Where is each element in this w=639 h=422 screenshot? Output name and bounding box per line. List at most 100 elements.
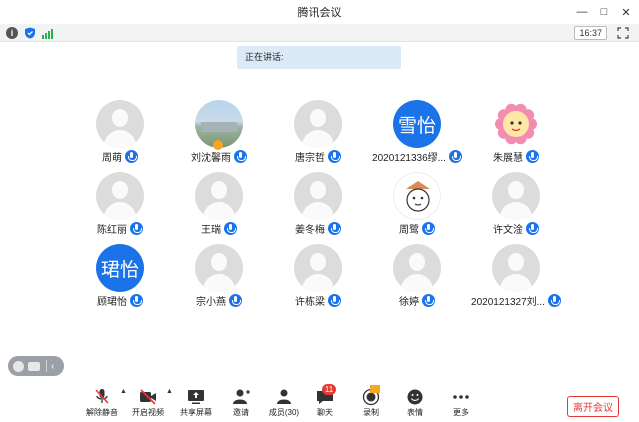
minimize-button[interactable]: — bbox=[573, 3, 591, 21]
participant-tile[interactable]: 周萌 bbox=[70, 98, 170, 168]
avatar bbox=[492, 244, 540, 292]
microphone-icon bbox=[526, 149, 539, 163]
participant-tile[interactable]: 2020121327刘... bbox=[466, 242, 566, 312]
maximize-button[interactable]: □ bbox=[595, 3, 613, 21]
participant-name: 宗小燕 bbox=[196, 296, 226, 308]
chat-button[interactable]: 11 聊天 bbox=[310, 384, 340, 420]
chevron-up-icon[interactable]: ▲ bbox=[166, 388, 173, 395]
start-video-label: 开启视频 bbox=[132, 408, 164, 417]
participant-name-row: 姜冬梅 bbox=[268, 221, 368, 236]
avatar bbox=[294, 244, 342, 292]
participant-name-row: 2020121336缪... bbox=[367, 149, 467, 164]
participant-name: 王瑞 bbox=[201, 224, 221, 236]
record-label: 录制 bbox=[363, 408, 379, 417]
participant-name-row: 徐婷 bbox=[367, 293, 467, 308]
participant-name: 许栋梁 bbox=[295, 296, 325, 308]
reactions-button[interactable]: 表情 bbox=[400, 388, 430, 420]
unmute-label: 解除静音 bbox=[86, 408, 118, 417]
invite-button[interactable]: 邀请 bbox=[226, 388, 256, 420]
meeting-clock: 16:37 bbox=[574, 26, 607, 40]
participant-tile[interactable]: 许栋梁 bbox=[268, 242, 368, 312]
signal-strength-icon[interactable] bbox=[42, 27, 54, 39]
share-screen-button[interactable]: 共享屏幕 bbox=[178, 388, 214, 420]
share-screen-icon bbox=[188, 390, 204, 404]
avatar bbox=[492, 100, 540, 148]
shield-icon[interactable] bbox=[24, 27, 36, 39]
participant-name-row: 唐宗哲 bbox=[268, 149, 368, 164]
participant-name-row: 刘沈馨雨 bbox=[169, 149, 269, 164]
chat-unread-badge: 11 bbox=[322, 384, 336, 395]
participant-tile[interactable]: 雪怡 2020121336缪... bbox=[367, 98, 467, 168]
avatar bbox=[492, 172, 540, 220]
participant-tile[interactable]: 刘沈馨雨 bbox=[169, 98, 269, 168]
divider bbox=[46, 360, 47, 372]
bottom-toolbar: 解除静音 ▲ 开启视频 ▲ 共享屏幕 邀请 成员(30) 11 聊天 录制 表情… bbox=[0, 384, 639, 422]
participant-name: 2020121327刘... bbox=[471, 296, 545, 308]
avatar bbox=[393, 244, 441, 292]
participant-tile[interactable]: 陈红丽 bbox=[70, 170, 170, 240]
chat-bubble-icon bbox=[28, 361, 40, 371]
more-icon bbox=[453, 395, 469, 399]
reactions-label: 表情 bbox=[407, 408, 423, 417]
participant-name: 刘沈馨雨 bbox=[191, 152, 231, 164]
microphone-icon bbox=[130, 221, 143, 235]
start-video-button[interactable]: 开启视频 bbox=[130, 388, 166, 420]
floating-chat-toggle[interactable]: ‹ bbox=[8, 356, 64, 376]
participant-tile[interactable]: 王瑞 bbox=[169, 170, 269, 240]
window-controls: — □ ✕ bbox=[573, 3, 635, 21]
participant-tile[interactable]: 姜冬梅 bbox=[268, 170, 368, 240]
avatar bbox=[294, 100, 342, 148]
record-button[interactable]: 录制 bbox=[356, 385, 386, 420]
invite-label: 邀请 bbox=[233, 408, 249, 417]
microphone-icon bbox=[234, 149, 247, 163]
participant-tile[interactable]: 宗小燕 bbox=[169, 242, 269, 312]
participant-name: 徐婷 bbox=[399, 296, 419, 308]
participant-name-row: 宗小燕 bbox=[169, 293, 269, 308]
avatar bbox=[96, 100, 144, 148]
chevron-up-icon[interactable]: ▲ bbox=[120, 388, 127, 395]
participant-name: 周鹭 bbox=[399, 224, 419, 236]
participant-tile[interactable]: 徐婷 bbox=[367, 242, 467, 312]
participant-tile[interactable]: 唐宗哲 bbox=[268, 98, 368, 168]
chat-label: 聊天 bbox=[317, 408, 333, 417]
participant-tile[interactable]: 珺怡 顾珺怡 bbox=[70, 242, 170, 312]
camera-off-icon bbox=[140, 389, 156, 405]
participant-tile[interactable]: 周鹭 bbox=[367, 170, 467, 240]
more-button[interactable]: 更多 bbox=[446, 388, 476, 420]
participant-tile[interactable]: 许文淦 bbox=[466, 170, 566, 240]
participant-name: 周萌 bbox=[102, 152, 122, 164]
microphone-icon bbox=[422, 221, 435, 235]
participant-name: 2020121336缪... bbox=[372, 152, 446, 164]
participant-name-row: 2020121327刘... bbox=[466, 293, 566, 308]
info-icon[interactable]: i bbox=[6, 27, 18, 39]
chevron-left-icon: ‹ bbox=[51, 360, 55, 372]
avatar: 珺怡 bbox=[96, 244, 144, 292]
microphone-icon bbox=[229, 293, 242, 307]
title-bar: 腾讯会议 — □ ✕ bbox=[0, 0, 639, 24]
participant-tile[interactable]: 朱展慧 bbox=[466, 98, 566, 168]
microphone-icon bbox=[526, 221, 539, 235]
leave-meeting-button[interactable]: 离开会议 bbox=[567, 396, 619, 417]
microphone-icon bbox=[224, 221, 237, 235]
participant-name-row: 顾珺怡 bbox=[70, 293, 170, 308]
close-button[interactable]: ✕ bbox=[617, 3, 635, 21]
microphone-icon bbox=[328, 149, 341, 163]
members-button[interactable]: 成员(30) bbox=[266, 388, 302, 420]
participant-name: 姜冬梅 bbox=[295, 224, 325, 236]
participant-name-row: 许文淦 bbox=[466, 221, 566, 236]
more-label: 更多 bbox=[453, 408, 469, 417]
microphone-icon bbox=[328, 221, 341, 235]
participant-grid: 周萌 刘沈馨雨 唐宗哲 雪怡 2020121336缪... 朱展慧陈红丽 王瑞 姜冬梅 周鹭 许文… bbox=[70, 98, 580, 310]
microphone-icon bbox=[130, 293, 143, 307]
participant-name-row: 许栋梁 bbox=[268, 293, 368, 308]
fullscreen-icon[interactable] bbox=[617, 27, 629, 39]
avatar-initials: 珺怡 bbox=[100, 259, 139, 281]
members-icon bbox=[277, 389, 291, 404]
unmute-button[interactable]: 解除静音 bbox=[84, 388, 120, 420]
microphone-icon bbox=[448, 149, 462, 163]
share-screen-label: 共享屏幕 bbox=[180, 408, 212, 417]
avatar bbox=[195, 172, 243, 220]
participant-name: 顾珺怡 bbox=[97, 296, 127, 308]
participant-name-row: 周萌 bbox=[70, 149, 170, 164]
participant-name: 许文淦 bbox=[493, 224, 523, 236]
